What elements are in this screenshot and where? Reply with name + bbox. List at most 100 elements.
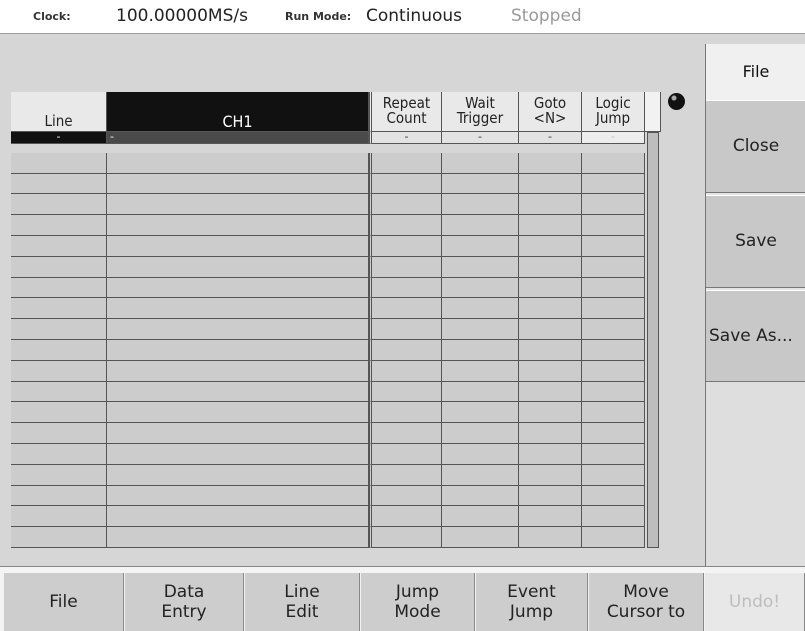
data-entry-button[interactable]: Data Entry (124, 573, 244, 631)
cell-repeat-count[interactable] (369, 464, 442, 486)
cell-goto-n[interactable] (519, 485, 582, 507)
undo-button[interactable]: Undo! (704, 573, 805, 631)
cell-repeat-count[interactable] (369, 256, 442, 278)
cell-wait-trigger[interactable] (442, 464, 519, 486)
event-jump-button[interactable]: Event Jump (475, 573, 588, 631)
cell-line[interactable] (11, 215, 107, 236)
cell-repeat-count[interactable] (369, 194, 442, 216)
cell-goto-n[interactable] (519, 423, 582, 444)
cell-line[interactable] (11, 194, 107, 216)
cell-wait-trigger[interactable] (442, 423, 519, 444)
cell-logic-jump[interactable] (582, 464, 645, 486)
cell-repeat-count[interactable]: - (369, 131, 442, 144)
cell-wait-trigger[interactable] (442, 256, 519, 278)
cell-goto-n[interactable] (519, 360, 582, 382)
cell-wait-trigger[interactable] (442, 277, 519, 299)
cell-ch1[interactable] (107, 340, 369, 361)
cell-repeat-count[interactable] (369, 152, 442, 174)
cell-repeat-count[interactable] (369, 402, 442, 424)
cell-logic-jump[interactable] (582, 340, 645, 361)
cell-ch1[interactable]: - (107, 131, 369, 144)
cell-goto-n[interactable] (519, 277, 582, 299)
cell-wait-trigger[interactable] (442, 444, 519, 465)
table-scrollbar[interactable] (647, 132, 659, 548)
cell-ch1[interactable] (107, 402, 369, 424)
move-cursor-to-button[interactable]: Move Cursor to (588, 573, 704, 631)
cell-goto-n[interactable] (519, 340, 582, 361)
cell-logic-jump[interactable] (582, 506, 645, 528)
cell-logic-jump[interactable] (582, 381, 645, 403)
cell-goto-n[interactable] (519, 319, 582, 340)
cell-wait-trigger[interactable] (442, 298, 519, 320)
cell-repeat-count[interactable] (369, 423, 442, 444)
cell-logic-jump[interactable] (582, 360, 645, 382)
cell-ch1[interactable] (107, 506, 369, 528)
cell-logic-jump[interactable] (582, 527, 645, 548)
cell-wait-trigger[interactable] (442, 381, 519, 403)
cell-repeat-count[interactable] (369, 277, 442, 299)
jump-mode-button[interactable]: Jump Mode (360, 573, 475, 631)
cell-logic-jump[interactable] (582, 319, 645, 340)
cell-wait-trigger[interactable] (442, 340, 519, 361)
cell-goto-n[interactable] (519, 298, 582, 320)
cell-wait-trigger[interactable] (442, 152, 519, 174)
cell-repeat-count[interactable] (369, 236, 442, 257)
line-edit-button[interactable]: Line Edit (244, 573, 360, 631)
cell-repeat-count[interactable] (369, 444, 442, 465)
cell-logic-jump[interactable] (582, 444, 645, 465)
cell-wait-trigger[interactable] (442, 173, 519, 195)
cell-ch1[interactable] (107, 152, 369, 174)
cell-wait-trigger[interactable] (442, 215, 519, 236)
close-button[interactable]: Close (706, 100, 805, 193)
cell-line[interactable] (11, 381, 107, 403)
cell-logic-jump[interactable] (582, 277, 645, 299)
cell-logic-jump[interactable] (582, 236, 645, 257)
cell-goto-n[interactable] (519, 464, 582, 486)
cell-logic-jump[interactable] (582, 173, 645, 195)
cell-line[interactable] (11, 236, 107, 257)
cell-repeat-count[interactable] (369, 173, 442, 195)
cell-goto-n[interactable] (519, 402, 582, 424)
cell-line[interactable] (11, 402, 107, 424)
cell-line[interactable] (11, 340, 107, 361)
cell-logic-jump[interactable] (582, 215, 645, 236)
cell-ch1[interactable] (107, 360, 369, 382)
cell-ch1[interactable] (107, 423, 369, 444)
cell-goto-n[interactable]: - (519, 131, 582, 144)
cell-goto-n[interactable] (519, 506, 582, 528)
cell-goto-n[interactable] (519, 215, 582, 236)
cell-ch1[interactable] (107, 194, 369, 216)
cell-line[interactable] (11, 527, 107, 548)
cell-wait-trigger[interactable] (442, 194, 519, 216)
cell-ch1[interactable] (107, 319, 369, 340)
cell-goto-n[interactable] (519, 194, 582, 216)
cell-wait-trigger[interactable] (442, 360, 519, 382)
bottom-file-button[interactable]: File (3, 573, 124, 631)
cell-wait-trigger[interactable] (442, 236, 519, 257)
cell-ch1[interactable] (107, 444, 369, 465)
cell-goto-n[interactable] (519, 173, 582, 195)
cell-line[interactable] (11, 506, 107, 528)
cell-logic-jump[interactable] (582, 256, 645, 278)
cell-repeat-count[interactable] (369, 485, 442, 507)
cell-repeat-count[interactable] (369, 527, 442, 548)
save-as-button[interactable]: Save As... (706, 290, 805, 382)
cell-line[interactable] (11, 464, 107, 486)
cell-repeat-count[interactable] (369, 340, 442, 361)
cell-wait-trigger[interactable] (442, 506, 519, 528)
cell-ch1[interactable] (107, 464, 369, 486)
cell-ch1[interactable] (107, 277, 369, 299)
cell-goto-n[interactable] (519, 152, 582, 174)
cell-wait-trigger[interactable]: - (442, 131, 519, 144)
cell-ch1[interactable] (107, 236, 369, 257)
cell-logic-jump[interactable] (582, 194, 645, 216)
cell-ch1[interactable] (107, 256, 369, 278)
cell-line[interactable] (11, 298, 107, 320)
cell-line[interactable] (11, 319, 107, 340)
cell-goto-n[interactable] (519, 381, 582, 403)
cell-ch1[interactable] (107, 381, 369, 403)
cell-logic-jump[interactable] (582, 298, 645, 320)
cell-ch1[interactable] (107, 527, 369, 548)
cell-logic-jump[interactable] (582, 402, 645, 424)
save-button[interactable]: Save (706, 195, 805, 288)
